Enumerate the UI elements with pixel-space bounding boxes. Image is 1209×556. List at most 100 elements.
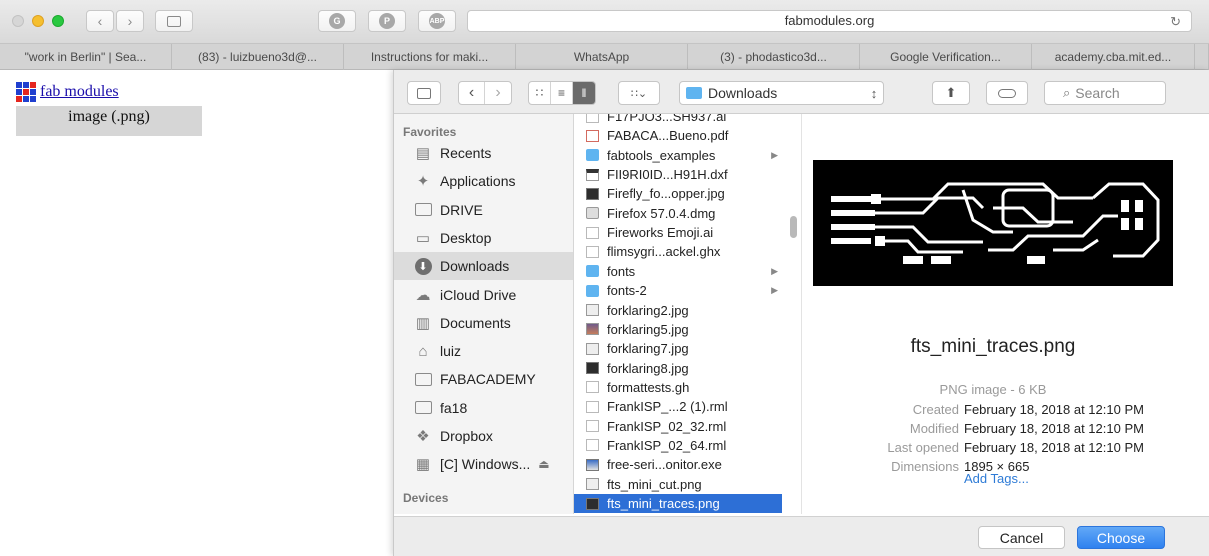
file-row[interactable]: FrankISP_...2 (1).rml — [574, 397, 782, 416]
file-column: F17PJO3...SH937.ai FABACA...Bueno.pdf fabt… — [574, 114, 802, 514]
file-name: FrankISP_...2 (1).rml — [607, 399, 728, 415]
file-row[interactable]: forklaring5.jpg — [574, 320, 782, 339]
disclosure-arrow-icon: ▶ — [771, 265, 778, 276]
choose-button[interactable]: Choose — [1077, 526, 1165, 549]
address-bar[interactable]: fabmodules.org ↻ — [467, 10, 1192, 32]
file-row[interactable]: FII9RI0ID...H91H.dxf — [574, 165, 782, 184]
grammarly-extension-button[interactable]: G — [318, 10, 356, 32]
file-name: Firefly_fo...opper.jpg — [607, 186, 725, 202]
folder-row[interactable]: fonts ▶ — [574, 262, 782, 281]
group-by-button[interactable]: ∷⌄ — [618, 81, 660, 105]
fab-logo-icon — [16, 82, 36, 102]
file-row[interactable]: formattests.gh — [574, 378, 782, 397]
file-row[interactable]: FrankISP_02_64.rml — [574, 436, 782, 455]
file-row[interactable]: forklaring7.jpg — [574, 339, 782, 358]
folder-icon — [586, 284, 599, 297]
file-scrollbar-thumb[interactable] — [790, 216, 797, 238]
share-button[interactable]: ⬆ — [932, 81, 970, 105]
file-row[interactable]: forklaring8.jpg — [574, 359, 782, 378]
folder-row[interactable]: fabtools_examples ▶ — [574, 146, 782, 165]
sidebar-item-dropbox[interactable]: ❖ Dropbox — [394, 422, 573, 450]
search-field[interactable]: ⌕ Search — [1044, 81, 1166, 105]
folder-icon — [414, 201, 432, 219]
reload-icon[interactable]: ↻ — [1170, 12, 1181, 32]
file-row[interactable]: fts_mini_traces.png — [574, 494, 782, 513]
document-icon — [586, 129, 599, 142]
cancel-button[interactable]: Cancel — [978, 526, 1065, 549]
file-row[interactable]: forklaring2.jpg — [574, 301, 782, 320]
icon-view-button[interactable]: ∷ — [529, 82, 551, 104]
sidebar-item-label: [C] Windows... — [440, 456, 531, 473]
file-row[interactable]: Firefox 57.0.4.dmg — [574, 204, 782, 223]
column-view-button[interactable]: ‖ — [573, 82, 595, 104]
fab-modules-link[interactable]: fab modules — [40, 83, 119, 101]
file-name: fts_mini_cut.png — [607, 476, 702, 492]
file-row[interactable]: free-seri...onitor.exe — [574, 455, 782, 474]
new-tab-button[interactable] — [1195, 44, 1209, 70]
sidebar-item-recents[interactable]: ▤ Recents — [394, 139, 573, 167]
sidebar-item-luiz[interactable]: ⌂ luiz — [394, 337, 573, 365]
sidebar-item-applications[interactable]: ✦ Applications — [394, 167, 573, 195]
tab-academy[interactable]: academy.cba.mit.ed... — [1032, 44, 1195, 70]
file-row[interactable]: FrankISP_02_32.rml — [574, 417, 782, 436]
file-name: Fireworks Emoji.ai — [607, 225, 714, 241]
tab-google-verification[interactable]: Google Verification... — [860, 44, 1032, 70]
format-select[interactable]: image (.png) — [16, 106, 202, 136]
tab-mail[interactable]: (83) - luizbueno3d@... — [172, 44, 344, 70]
sidebar-item-documents[interactable]: ▥ Documents — [394, 309, 573, 337]
sidebar-item-c-windows[interactable]: ▦ [C] Windows... ⏏ — [394, 450, 573, 478]
sidebar-item-label: DRIVE — [440, 201, 483, 218]
sidebar-item-label: Dropbox — [440, 428, 493, 444]
image-file-icon — [586, 187, 599, 200]
forward-button[interactable]: › — [116, 10, 144, 32]
file-open-dialog: ‹ › ∷ ≡ ‖ ∷⌄ Downloads ↕ ⬆ ⌕ Search Favo… — [393, 70, 1209, 556]
minimize-window-button[interactable] — [32, 15, 44, 27]
location-stepper-icon[interactable]: ↕ — [864, 81, 884, 105]
add-tags-link[interactable]: Add Tags... — [964, 471, 1029, 486]
sidebar-item-label: iCloud Drive — [440, 286, 517, 303]
close-window-button[interactable] — [12, 15, 24, 27]
file-row[interactable]: FABACA...Bueno.pdf — [574, 126, 782, 145]
tab-work-in-berlin[interactable]: "work in Berlin" | Sea... — [0, 44, 172, 70]
zoom-window-button[interactable] — [52, 15, 64, 27]
sidebar-toggle-button[interactable] — [155, 10, 193, 32]
dialog-back-button[interactable]: ‹ — [459, 82, 485, 104]
tag-button[interactable] — [986, 81, 1028, 105]
sidebar-item-fabacademy[interactable]: FABACADEMY — [394, 365, 573, 393]
file-row[interactable]: Fireworks Emoji.ai — [574, 223, 782, 242]
sidebar-item-drive[interactable]: DRIVE — [394, 196, 573, 224]
preview-filename: fts_mini_traces.png — [910, 336, 1076, 357]
location-popup[interactable]: Downloads — [679, 81, 884, 105]
tab-phodastico[interactable]: (3) - phodastico3d... — [688, 44, 860, 70]
eject-icon[interactable]: ⏏ — [538, 457, 549, 471]
sidebar-item-desktop[interactable]: ▭ Desktop — [394, 224, 573, 252]
file-row[interactable]: flimsygri...ackel.ghx — [574, 242, 782, 261]
file-row[interactable]: F17PJO3...SH937.ai — [574, 114, 782, 126]
metadata-key: Created — [912, 402, 959, 417]
folder-row[interactable]: fonts-2 ▶ — [574, 281, 782, 300]
metadata-value: February 18, 2018 at 12:10 PM — [964, 440, 1144, 455]
pinterest-extension-button[interactable]: P — [368, 10, 406, 32]
file-row[interactable]: fts_mini_cut.png — [574, 475, 782, 494]
tab-bar: "work in Berlin" | Sea... (83) - luizbue… — [0, 44, 1209, 70]
back-button[interactable]: ‹ — [86, 10, 114, 32]
document-icon — [586, 226, 599, 239]
recents-icon: ▤ — [415, 145, 431, 162]
tab-whatsapp[interactable]: WhatsApp — [516, 44, 688, 70]
file-name: flimsygri...ackel.ghx — [607, 244, 721, 260]
file-row[interactable]: Firefly_fo...opper.jpg — [574, 184, 782, 203]
dialog-sidebar-toggle[interactable] — [407, 81, 441, 105]
list-view-button[interactable]: ≡ — [551, 82, 573, 104]
document-icon — [586, 458, 599, 471]
file-name: forklaring7.jpg — [607, 341, 689, 357]
file-name: forklaring5.jpg — [607, 321, 689, 337]
sidebar-item-icloud-drive[interactable]: ☁ iCloud Drive — [394, 281, 573, 309]
favorites-heading: Favorites — [403, 125, 457, 139]
sidebar-item-fa18[interactable]: fa18 — [394, 394, 573, 422]
adblock-extension-button[interactable]: ABP — [418, 10, 456, 32]
dialog-forward-button[interactable]: › — [485, 82, 511, 104]
tab-instructions[interactable]: Instructions for maki... — [344, 44, 516, 70]
file-name: Firefox 57.0.4.dmg — [607, 205, 716, 221]
dropbox-icon: ❖ — [416, 428, 430, 445]
sidebar-item-downloads[interactable]: ⬇ Downloads — [394, 252, 573, 281]
